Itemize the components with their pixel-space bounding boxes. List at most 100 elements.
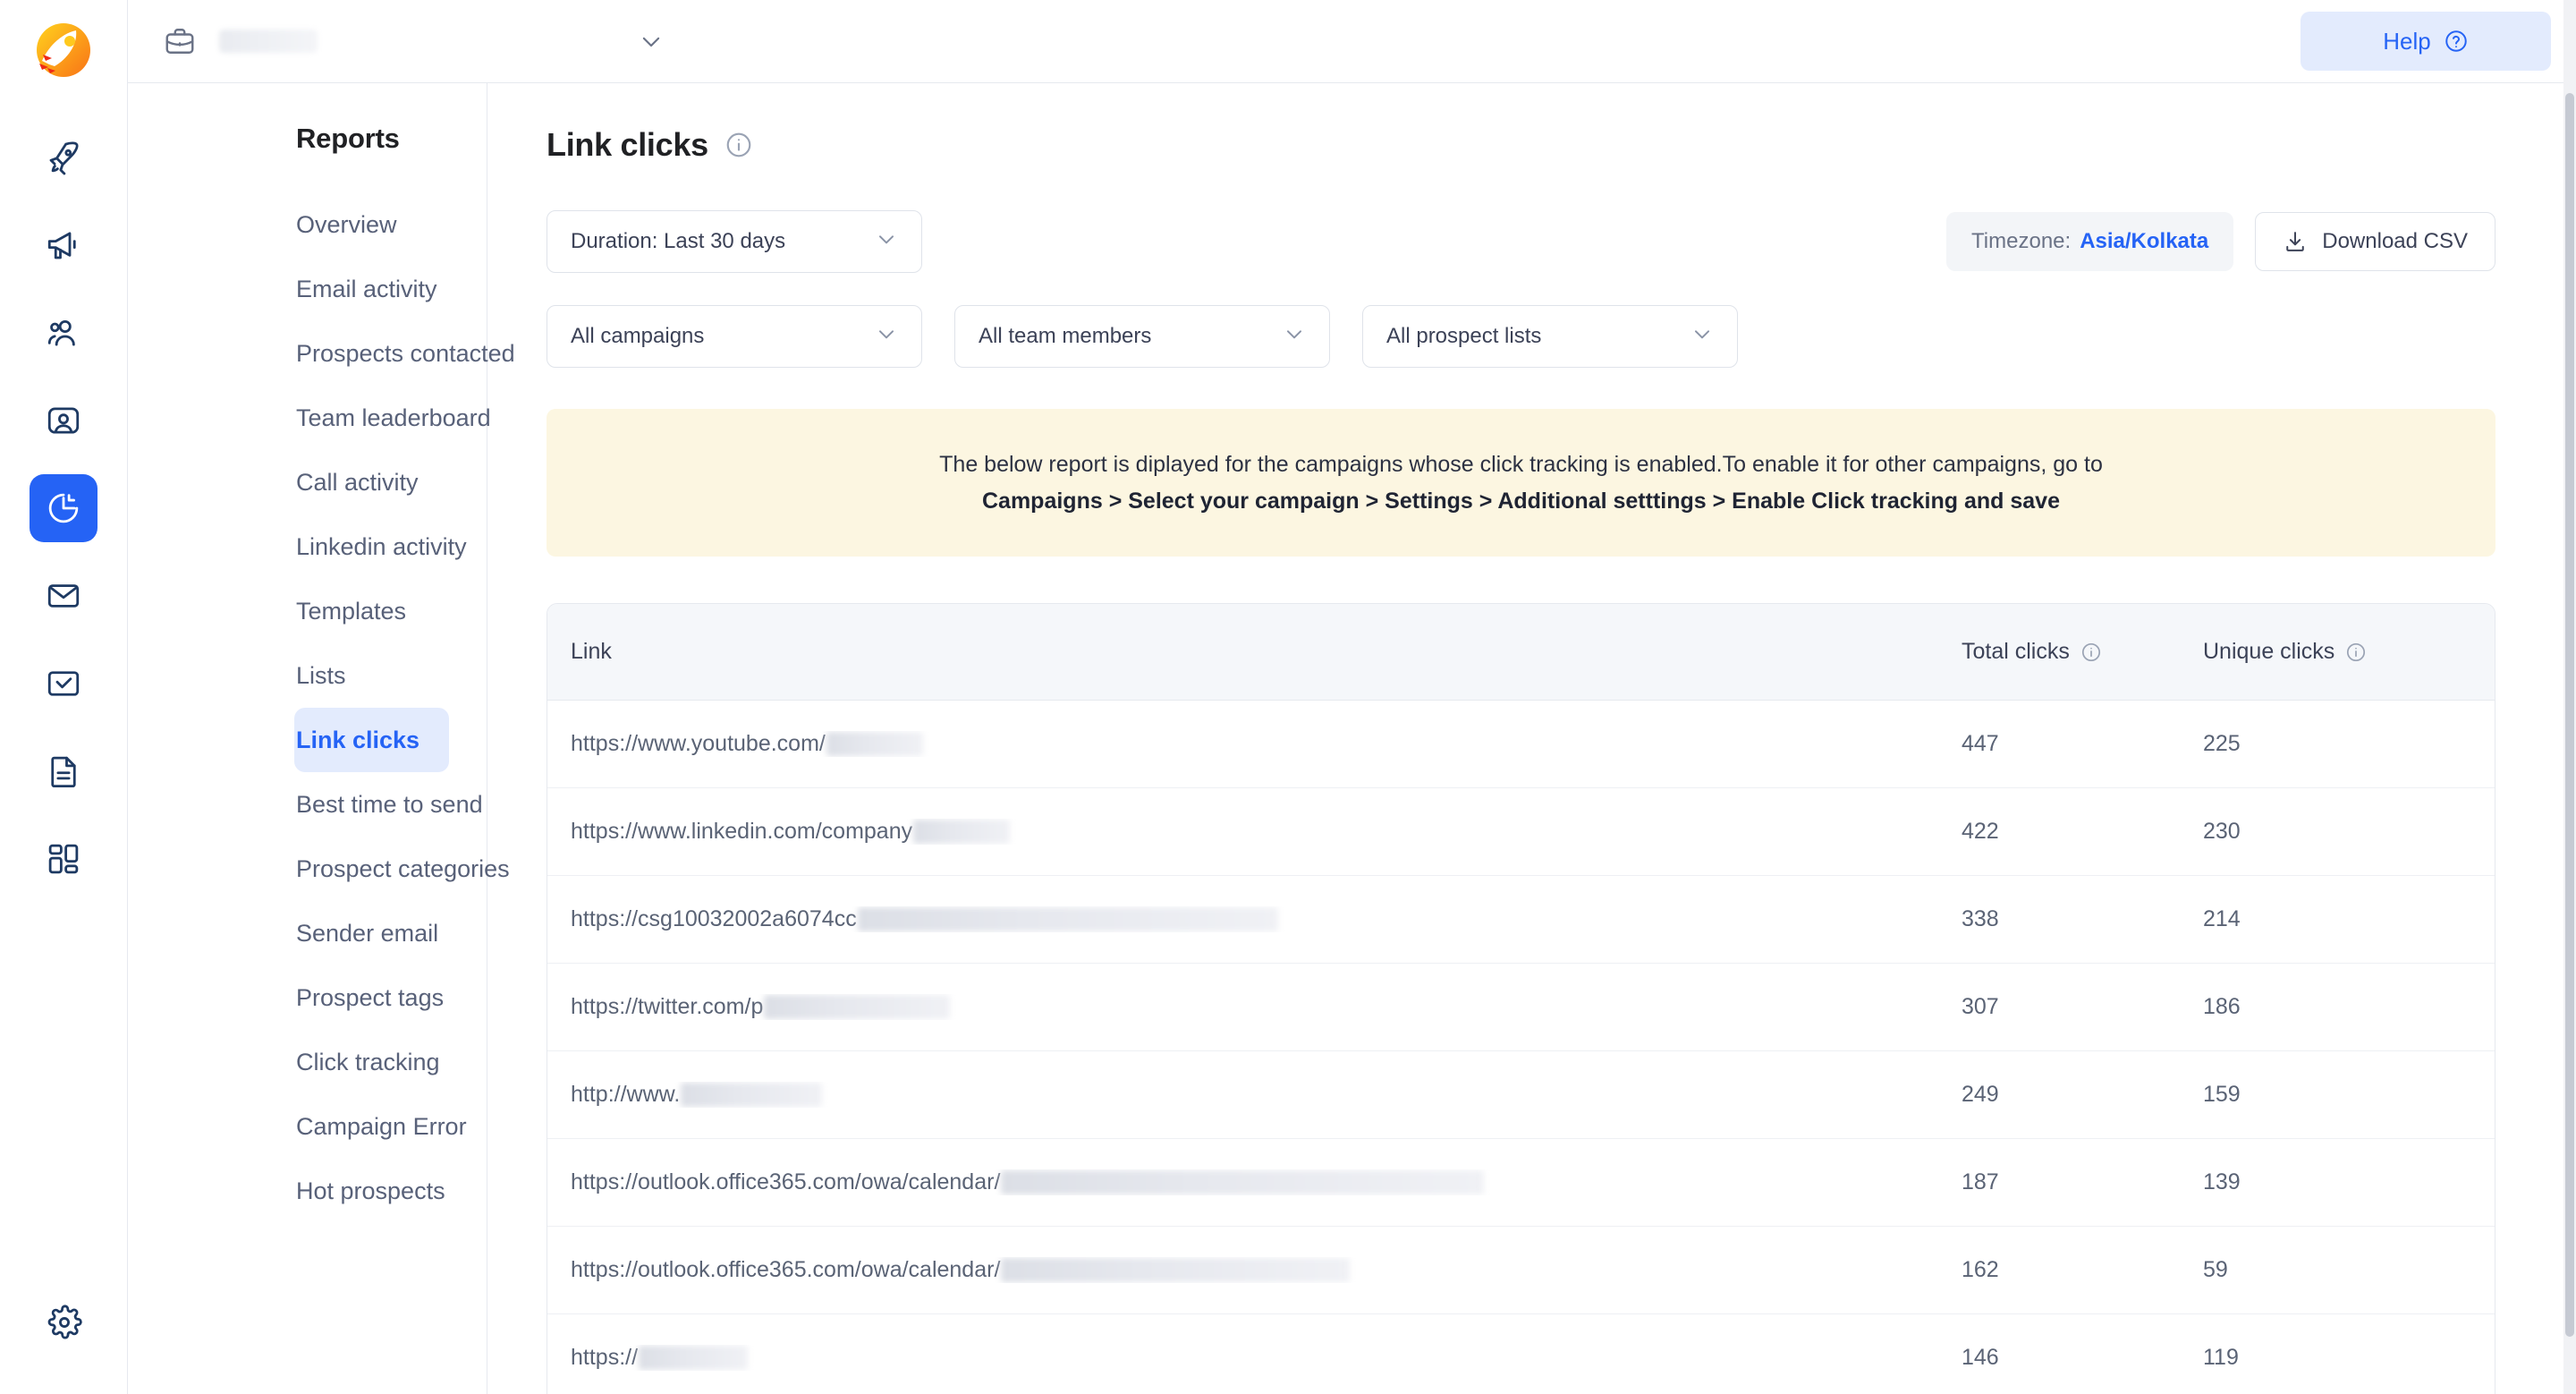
chevron-down-icon[interactable] — [638, 28, 665, 55]
workspace-switcher[interactable] — [164, 25, 665, 57]
download-csv-label: Download CSV — [2322, 229, 2468, 253]
rail-item-campaigns[interactable] — [30, 123, 97, 191]
page-header: Link clicks — [547, 83, 2496, 164]
link-redacted-segment — [826, 732, 923, 756]
download-icon — [2283, 229, 2308, 254]
briefcase-icon — [164, 25, 196, 57]
link-redacted-segment — [857, 907, 1278, 931]
table-row[interactable]: https://csg10032002a6074cc 338 214 — [547, 876, 2495, 964]
link-text: https://www.youtube.com/ — [571, 731, 826, 756]
table-row[interactable]: https:// 146 119 — [547, 1314, 2495, 1394]
chevron-down-icon — [1671, 322, 1714, 352]
table-row[interactable]: http://www. 249 159 — [547, 1051, 2495, 1139]
info-circle-icon[interactable] — [2080, 642, 2102, 663]
sidebar-item-prospect-tags[interactable]: Prospect tags — [128, 965, 449, 1030]
top-bar: Help — [128, 0, 2576, 83]
cell-link: https://outlook.office365.com/owa/calend… — [571, 1257, 1962, 1283]
sidebar-item-linkedin-activity[interactable]: Linkedin activity — [128, 514, 467, 579]
cell-total-clicks: 187 — [1962, 1169, 1999, 1194]
cell-link: https://www.linkedin.com/company — [571, 819, 1962, 845]
rail-item-apps[interactable] — [30, 825, 97, 893]
rail-item-contacts[interactable] — [30, 387, 97, 455]
column-header-total-clicks: Total clicks — [1962, 639, 2203, 665]
envelope-icon — [45, 577, 82, 615]
sidebar-item-prospects-contacted[interactable]: Prospects contacted — [128, 321, 515, 386]
right-pane: Help Reports Overview Email activity Pro… — [128, 0, 2576, 1394]
link-text: https://outlook.office365.com/owa/calend… — [571, 1257, 1001, 1282]
column-header-unique-clicks: Unique clicks — [2203, 639, 2471, 665]
cell-total-clicks: 146 — [1962, 1345, 1999, 1370]
rail-item-prospects[interactable] — [30, 299, 97, 367]
team-members-select[interactable]: All team members — [954, 305, 1330, 368]
pie-chart-icon — [45, 489, 82, 527]
sidebar-item-lists[interactable]: Lists — [128, 643, 449, 708]
rail-item-reports[interactable] — [30, 474, 97, 542]
sidebar-item-prospect-categories[interactable]: Prospect categories — [128, 837, 510, 901]
timezone-value[interactable]: Asia/Kolkata — [2080, 229, 2208, 254]
cell-total-clicks: 422 — [1962, 819, 1999, 844]
scrollbar-thumb[interactable] — [2565, 93, 2574, 1337]
table-row[interactable]: https://outlook.office365.com/owa/calend… — [547, 1227, 2495, 1314]
info-circle-icon[interactable] — [2345, 642, 2367, 663]
filter-row-scopes: All campaigns All team members All prosp… — [547, 305, 1946, 368]
rail-item-inbox[interactable] — [30, 562, 97, 630]
link-clicks-table: Link Total clicks Unique clicks https://… — [547, 603, 2496, 1394]
table-row[interactable]: https://twitter.com/p 307 186 — [547, 964, 2495, 1051]
sidebar-item-email-activity[interactable]: Email activity — [128, 257, 449, 321]
sidebar-item-team-leaderboard[interactable]: Team leaderboard — [128, 386, 491, 450]
sidebar-item-best-time-to-send[interactable]: Best time to send — [128, 772, 483, 837]
main-content: Link clicks Duration: Last 30 days All c… — [487, 83, 2576, 1394]
page-title: Link clicks — [547, 126, 708, 163]
help-label: Help — [2383, 27, 2431, 55]
question-circle-icon — [2444, 29, 2469, 54]
cell-link: https://outlook.office365.com/owa/calend… — [571, 1169, 1962, 1195]
sidebar-item-overview[interactable]: Overview — [128, 192, 449, 257]
campaigns-select-value: All campaigns — [571, 324, 705, 348]
chevron-down-icon — [855, 322, 898, 352]
link-redacted-segment — [639, 1346, 749, 1370]
link-text: http://www. — [571, 1082, 681, 1107]
sidebar-heading: Reports — [296, 123, 400, 154]
cell-unique-clicks: 186 — [2203, 994, 2241, 1019]
sidebar-item-call-activity[interactable]: Call activity — [128, 450, 449, 514]
sidebar-item-click-tracking[interactable]: Click tracking — [128, 1030, 449, 1094]
link-redacted-segment — [1001, 1258, 1351, 1282]
cell-total-clicks: 338 — [1962, 906, 1999, 931]
rail-item-documents[interactable] — [30, 737, 97, 805]
cell-unique-clicks: 159 — [2203, 1082, 2241, 1107]
rail-item-outreach[interactable] — [30, 211, 97, 279]
cell-link: https:// — [571, 1345, 1962, 1371]
timezone-label: Timezone: — [1971, 229, 2072, 253]
sidebar-item-templates[interactable]: Templates — [128, 579, 449, 643]
table-row[interactable]: https://www.youtube.com/ 447 225 — [547, 701, 2495, 788]
download-csv-button[interactable]: Download CSV — [2255, 212, 2496, 271]
prospect-lists-select-value: All prospect lists — [1386, 324, 1542, 348]
rocket-icon — [45, 139, 82, 176]
filter-row-duration: Duration: Last 30 days — [547, 210, 1946, 273]
campaigns-select[interactable]: All campaigns — [547, 305, 922, 368]
table-row[interactable]: https://outlook.office365.com/owa/calend… — [547, 1139, 2495, 1227]
sidebar-item-hot-prospects[interactable]: Hot prospects — [128, 1159, 449, 1223]
rail-icon-list — [30, 123, 97, 893]
column-header-total-clicks-label: Total clicks — [1962, 639, 2070, 664]
page-scrollbar[interactable] — [2563, 0, 2576, 1394]
link-text: https://outlook.office365.com/owa/calend… — [571, 1169, 1001, 1194]
sidebar-item-link-clicks[interactable]: Link clicks — [294, 708, 449, 772]
column-header-link: Link — [571, 639, 1962, 665]
timezone-indicator: Timezone: Asia/Kolkata — [1946, 212, 2234, 271]
duration-select[interactable]: Duration: Last 30 days — [547, 210, 922, 273]
duration-select-value: Duration: Last 30 days — [571, 229, 786, 253]
sidebar-item-sender-email[interactable]: Sender email — [128, 901, 449, 965]
help-button[interactable]: Help — [2301, 12, 2551, 71]
people-icon — [45, 314, 82, 352]
cell-total-clicks: 162 — [1962, 1257, 1999, 1282]
prospect-lists-select[interactable]: All prospect lists — [1362, 305, 1738, 368]
salesblink-rocket-logo[interactable] — [35, 21, 92, 79]
cell-unique-clicks: 139 — [2203, 1169, 2241, 1194]
rail-item-tasks[interactable] — [30, 650, 97, 718]
info-circle-icon[interactable] — [724, 131, 753, 159]
sidebar-item-campaign-error[interactable]: Campaign Error — [128, 1094, 467, 1159]
cell-total-clicks: 249 — [1962, 1082, 1999, 1107]
table-row[interactable]: https://www.linkedin.com/company 422 230 — [547, 788, 2495, 876]
rail-item-settings[interactable] — [30, 1288, 98, 1356]
